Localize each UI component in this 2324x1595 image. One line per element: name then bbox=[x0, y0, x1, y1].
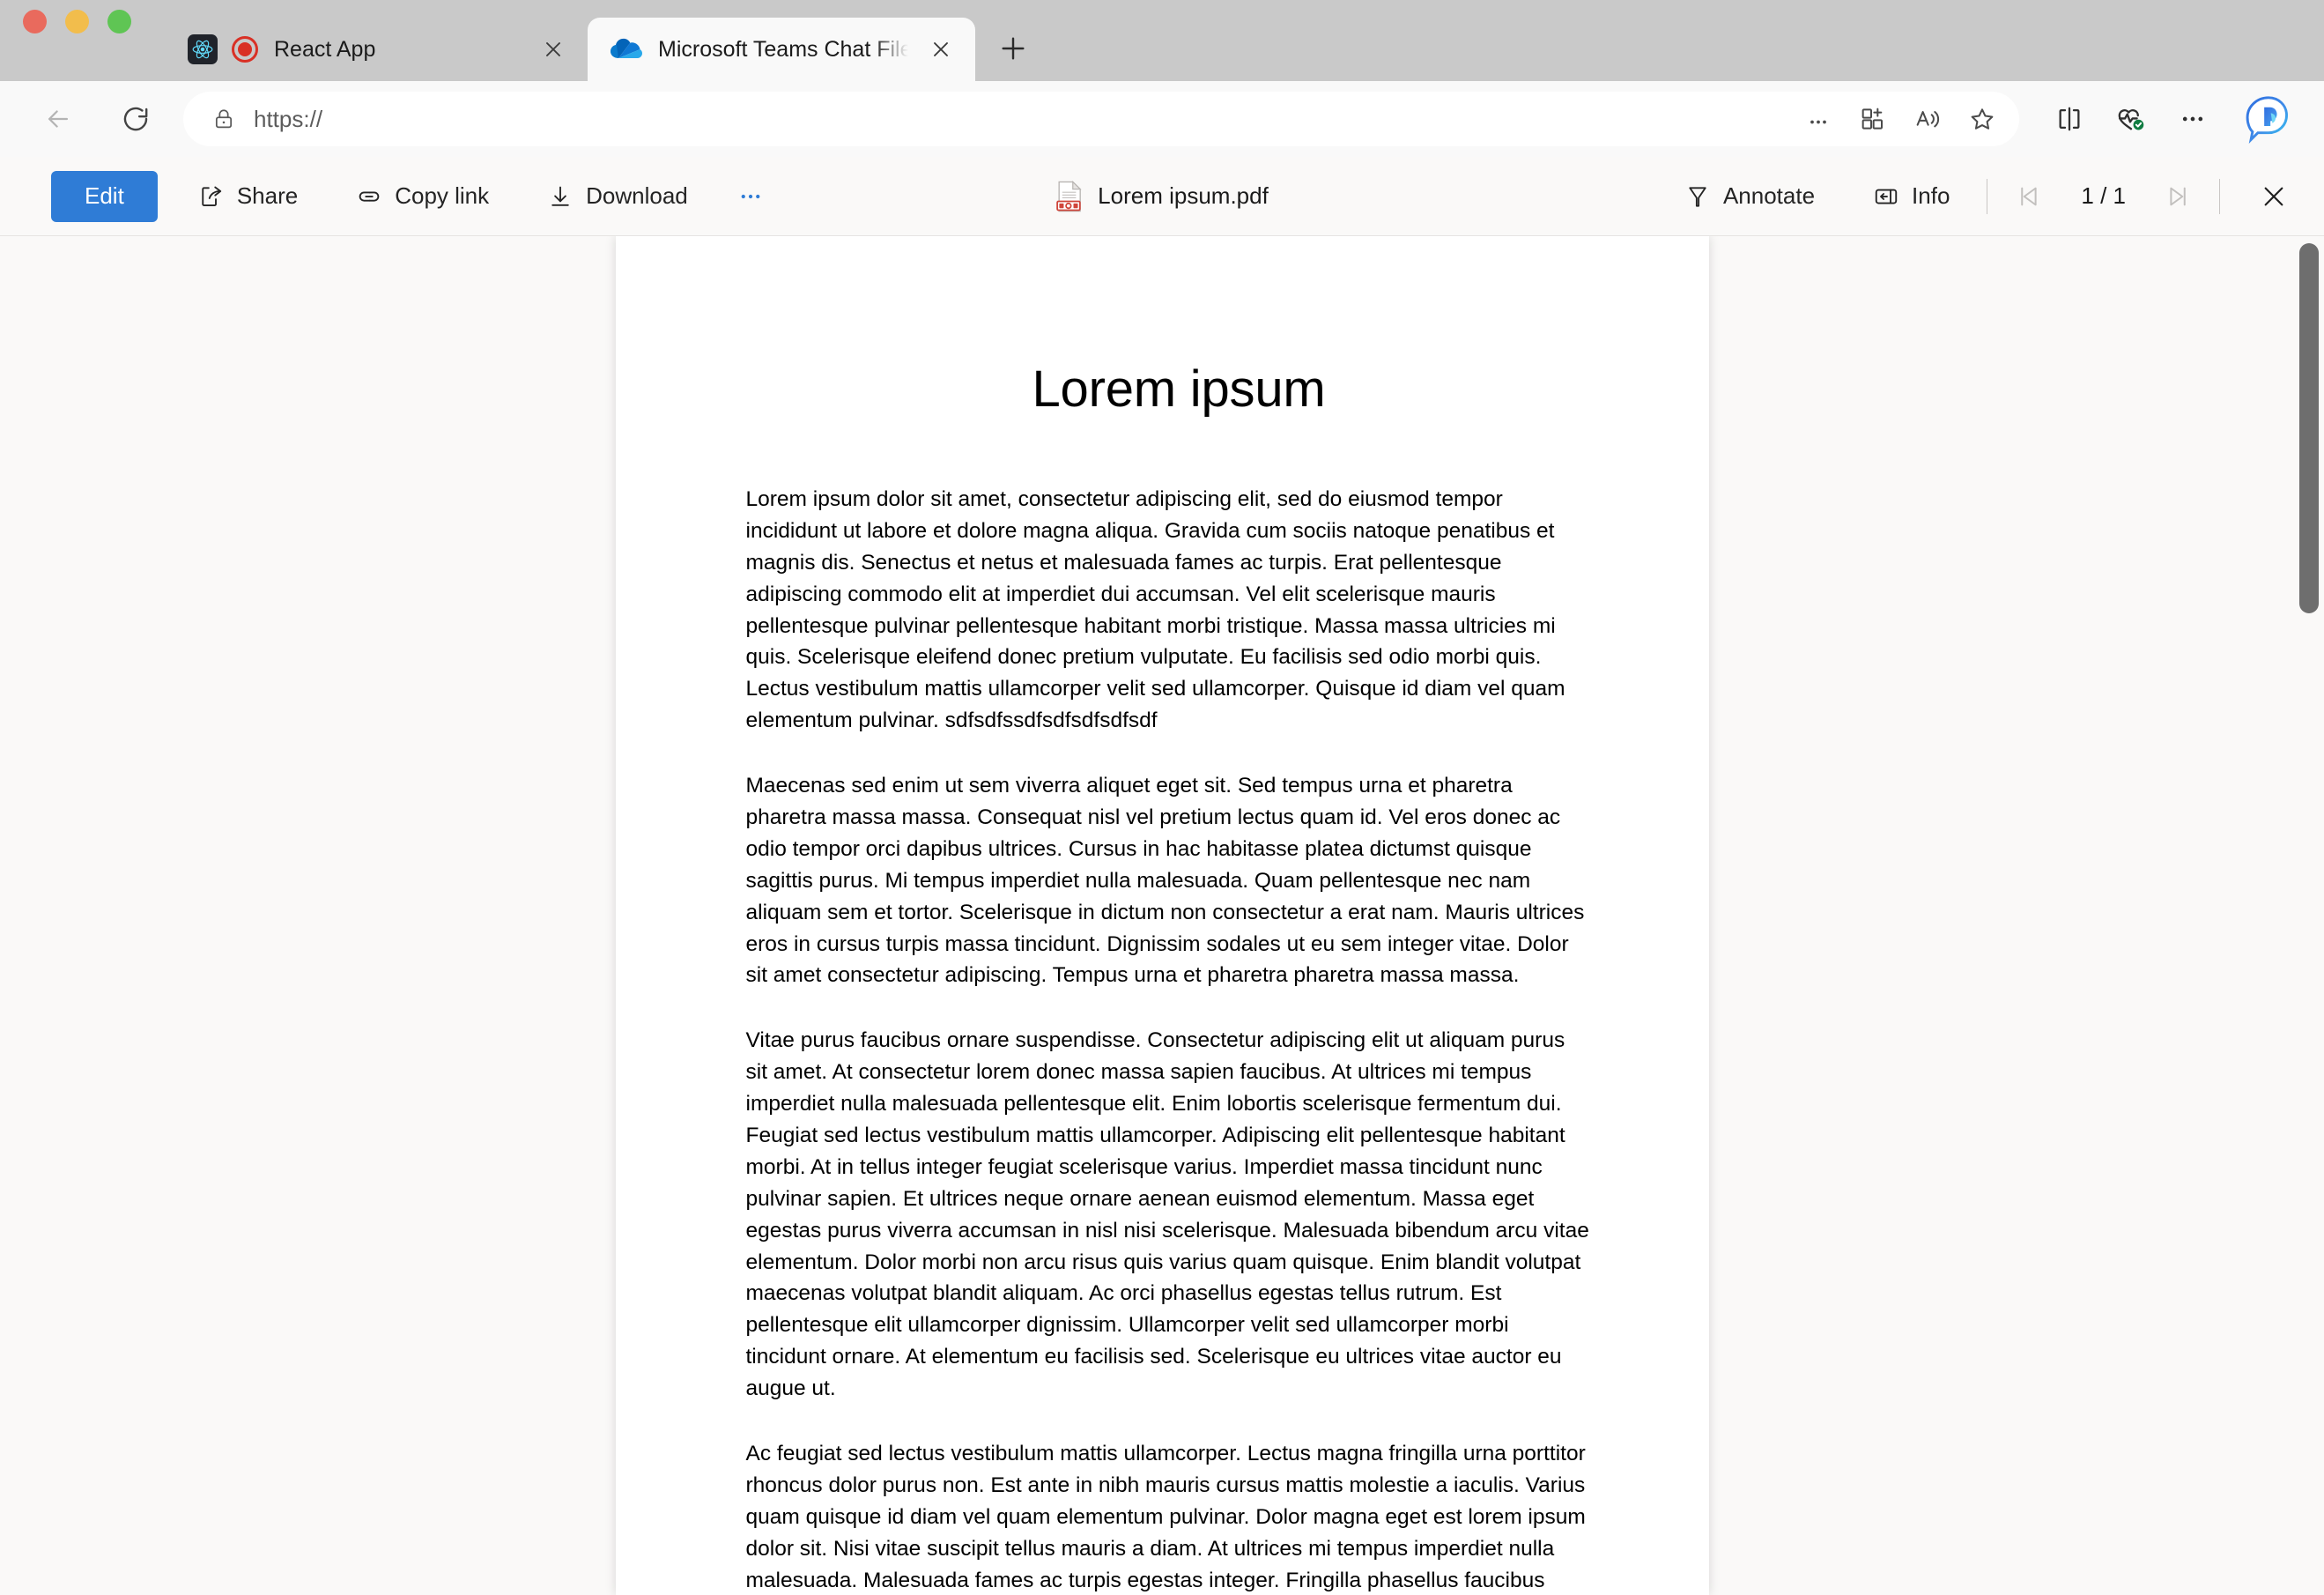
refresh-button[interactable] bbox=[107, 91, 164, 147]
pdf-filename-label: Lorem ipsum.pdf bbox=[1098, 182, 1269, 209]
pdf-page: Lorem ipsum Lorem ipsum dolor sit amet, … bbox=[615, 236, 1709, 1595]
minimize-window-button[interactable] bbox=[65, 9, 89, 33]
page-indicator: 1 / 1 bbox=[2081, 182, 2126, 209]
tab-close-button[interactable] bbox=[537, 33, 570, 66]
document-title: Lorem ipsum bbox=[1032, 360, 1326, 418]
tab-title: Microsoft Teams Chat Files - O bbox=[658, 36, 908, 62]
vertical-scrollbar[interactable] bbox=[2299, 243, 2319, 1595]
more-commands-button[interactable] bbox=[725, 171, 776, 222]
info-label: Info bbox=[1912, 182, 1950, 209]
zoom-window-button[interactable] bbox=[107, 9, 131, 33]
address-bar-text: https:// bbox=[254, 105, 323, 132]
copilot-icon[interactable] bbox=[2238, 88, 2299, 150]
tab-react-app[interactable]: React App bbox=[165, 18, 588, 81]
window-controls bbox=[23, 0, 131, 81]
annotate-button[interactable]: Annotate bbox=[1667, 171, 1832, 222]
address-bar-row: https:// bbox=[0, 81, 2324, 157]
tab-title: React App bbox=[274, 36, 376, 62]
pdf-viewer-toolbar: Edit Share Copy link Download Lorem ipsu… bbox=[0, 157, 2324, 236]
annotate-pen-icon bbox=[1684, 183, 1711, 210]
close-window-button[interactable] bbox=[23, 9, 47, 33]
download-icon bbox=[547, 183, 574, 210]
tab-strip: React App Microsoft Teams Chat File bbox=[0, 0, 2324, 81]
document-paragraph: Lorem ipsum dolor sit amet, consectetur … bbox=[745, 487, 1565, 733]
info-button[interactable]: Info bbox=[1855, 171, 1967, 222]
scrollbar-thumb[interactable] bbox=[2299, 243, 2319, 613]
ellipsis-icon[interactable] bbox=[1794, 94, 1843, 144]
document-paragraph: Ac feugiat sed lectus vestibulum mattis … bbox=[745, 1442, 1586, 1592]
previous-page-button[interactable] bbox=[2007, 173, 2054, 220]
pdf-toolbar-left: Edit Share Copy link Download bbox=[0, 170, 776, 222]
settings-more-icon[interactable] bbox=[2165, 92, 2220, 146]
tab-close-button[interactable] bbox=[924, 33, 958, 66]
annotate-label: Annotate bbox=[1722, 182, 1816, 209]
page-navigation: 1 / 1 bbox=[2007, 173, 2200, 220]
react-icon bbox=[188, 34, 218, 64]
tab-list: React App Microsoft Teams Chat File bbox=[165, 0, 1039, 81]
pdf-file-icon bbox=[1055, 180, 1084, 212]
pdf-file-title: Lorem ipsum.pdf bbox=[1055, 180, 1269, 212]
close-pdf-button[interactable] bbox=[2248, 171, 2299, 222]
recording-indicator-icon bbox=[232, 36, 258, 63]
download-button[interactable]: Download bbox=[529, 171, 706, 222]
onedrive-icon bbox=[611, 38, 642, 61]
tab-teams-chat-files[interactable]: Microsoft Teams Chat Files - O bbox=[588, 18, 975, 81]
pdf-toolbar-right: Annotate Info 1 / 1 bbox=[1644, 171, 2299, 222]
omnibox-actions bbox=[1794, 94, 2007, 144]
pdf-document-viewport[interactable]: Lorem ipsum Lorem ipsum dolor sit amet, … bbox=[0, 236, 2324, 1595]
browser-essentials-icon[interactable] bbox=[2104, 92, 2158, 146]
split-screen-icon[interactable] bbox=[2042, 92, 2097, 146]
browser-actions bbox=[2042, 88, 2299, 150]
tab-favicon-group bbox=[611, 38, 642, 61]
new-tab-button[interactable] bbox=[988, 23, 1039, 74]
read-aloud-icon[interactable] bbox=[1903, 94, 1952, 144]
share-button[interactable]: Share bbox=[181, 171, 315, 222]
share-icon bbox=[198, 183, 225, 210]
download-label: Download bbox=[586, 182, 688, 209]
address-bar[interactable]: https:// bbox=[183, 92, 2019, 146]
link-icon bbox=[356, 183, 382, 210]
collections-icon[interactable] bbox=[1848, 94, 1898, 144]
document-paragraph: Maecenas sed enim ut sem viverra aliquet… bbox=[745, 774, 1585, 988]
info-panel-icon bbox=[1873, 183, 1899, 210]
pdf-page-content: Lorem ipsum Lorem ipsum dolor sit amet, … bbox=[616, 236, 1709, 1595]
copy-link-button[interactable]: Copy link bbox=[338, 171, 507, 222]
copy-link-label: Copy link bbox=[395, 182, 490, 209]
share-label: Share bbox=[236, 182, 299, 209]
toolbar-divider bbox=[2219, 178, 2220, 214]
document-paragraph: Vitae purus faucibus ornare suspendisse.… bbox=[745, 1028, 1589, 1401]
tab-favicon-group bbox=[188, 34, 258, 64]
favorite-star-icon[interactable] bbox=[1958, 94, 2007, 144]
lock-icon bbox=[211, 107, 236, 131]
back-button[interactable] bbox=[30, 91, 86, 147]
next-page-button[interactable] bbox=[2152, 173, 2200, 220]
edit-button[interactable]: Edit bbox=[51, 170, 158, 222]
browser-window: React App Microsoft Teams Chat File http… bbox=[0, 0, 2324, 1595]
